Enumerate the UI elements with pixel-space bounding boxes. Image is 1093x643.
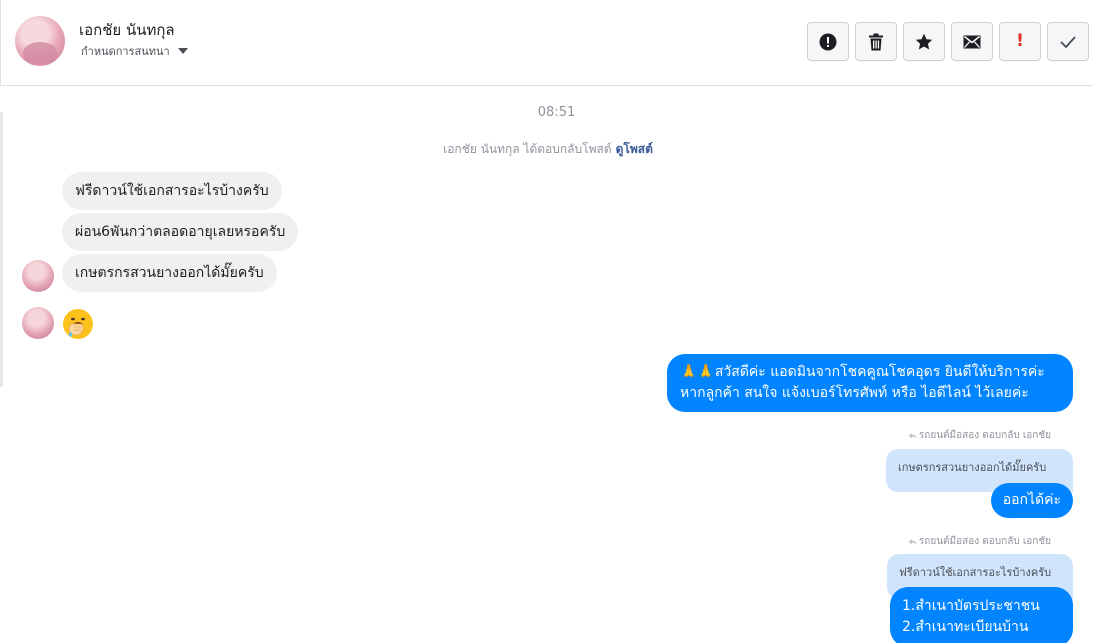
assign-conversation-dropdown[interactable]: กำหนดการสนทนา	[81, 42, 188, 60]
avatar[interactable]	[22, 260, 54, 292]
incoming-message[interactable]: เกษตรกรสวนยางออกได้มั๊ยครับ	[62, 254, 277, 292]
reply-meta: รถยนต์มือสอง ตอบกลับ เอกชัย	[908, 534, 1051, 549]
message-line: 1.สำเนาบัตรประชาชน	[902, 598, 1040, 614]
star-button[interactable]	[903, 22, 945, 61]
message-line: หากลูกค้า สนใจ แจ้งเบอร์โทรศัพท์ หรือ ไอ…	[680, 385, 1029, 401]
reply-meta-text: รถยนต์มือสอง ตอบกลับ เอกชัย	[918, 536, 1051, 547]
star-icon	[915, 33, 933, 49]
outgoing-message[interactable]: 1.สำเนาบัตรประชาชน 2.สำเนาทะเบียนบ้าน	[890, 587, 1073, 643]
envelope-icon	[963, 35, 981, 48]
post-reply-notice: เอกชัย นันทกุล ได้ตอบกลับโพสต์ ดูโพสต์	[0, 140, 1093, 159]
mark-unread-button[interactable]	[951, 22, 993, 61]
follow-up-button[interactable]: !	[999, 22, 1041, 61]
message-line: 2.สำเนาทะเบียนบ้าน	[902, 619, 1029, 635]
assign-conversation-label: กำหนดการสนทนา	[81, 45, 170, 58]
message-timestamp: 08:51	[537, 105, 576, 120]
reply-arrow-icon	[908, 539, 917, 545]
divider	[0, 0, 4, 86]
face-with-hand-over-mouth-icon[interactable]	[62, 308, 94, 340]
avatar[interactable]	[22, 307, 54, 339]
trash-icon	[869, 33, 883, 50]
message-line: 🙏🙏สวัสดีค่ะ แอดมินจากโชคคูณโชคอุดร ยินดี…	[680, 364, 1045, 380]
delete-button[interactable]	[855, 22, 897, 61]
reply-arrow-icon	[908, 433, 917, 439]
incoming-message[interactable]: ฟรีดาวน์ใช้เอกสารอะไรบ้างครับ	[62, 172, 282, 210]
conversation-toolbar: !	[807, 22, 1089, 61]
view-post-link[interactable]: ดูโพสต์	[616, 142, 653, 156]
mark-spam-button[interactable]	[807, 22, 849, 61]
incoming-message[interactable]: ผ่อน6พันกว่าตลอดอายุเลยหรอครับ	[62, 213, 299, 251]
outgoing-message[interactable]: 🙏🙏สวัสดีค่ะ แอดมินจากโชคคูณโชคอุดร ยินดี…	[667, 354, 1073, 412]
post-reply-text: เอกชัย นันทกุล ได้ตอบกลับโพสต์	[443, 142, 612, 156]
avatar[interactable]	[15, 16, 65, 66]
outgoing-message[interactable]: ออกได้ค่ะ	[990, 483, 1073, 518]
check-icon	[1060, 35, 1076, 48]
reply-meta: รถยนต์มือสอง ตอบกลับ เอกชัย	[908, 428, 1051, 443]
caret-down-icon	[177, 48, 188, 54]
conversation-header: เอกชัย นันทกุล กำหนดการสนทนา !	[0, 0, 1093, 86]
reply-meta-text: รถยนต์มือสอง ตอบกลับ เอกชัย	[918, 430, 1051, 441]
exclamation-circle-icon	[819, 33, 837, 50]
follow-up-icon: !	[1016, 31, 1024, 51]
mark-done-button[interactable]	[1047, 22, 1089, 61]
contact-name[interactable]: เอกชัย นันทกุล	[79, 18, 175, 42]
